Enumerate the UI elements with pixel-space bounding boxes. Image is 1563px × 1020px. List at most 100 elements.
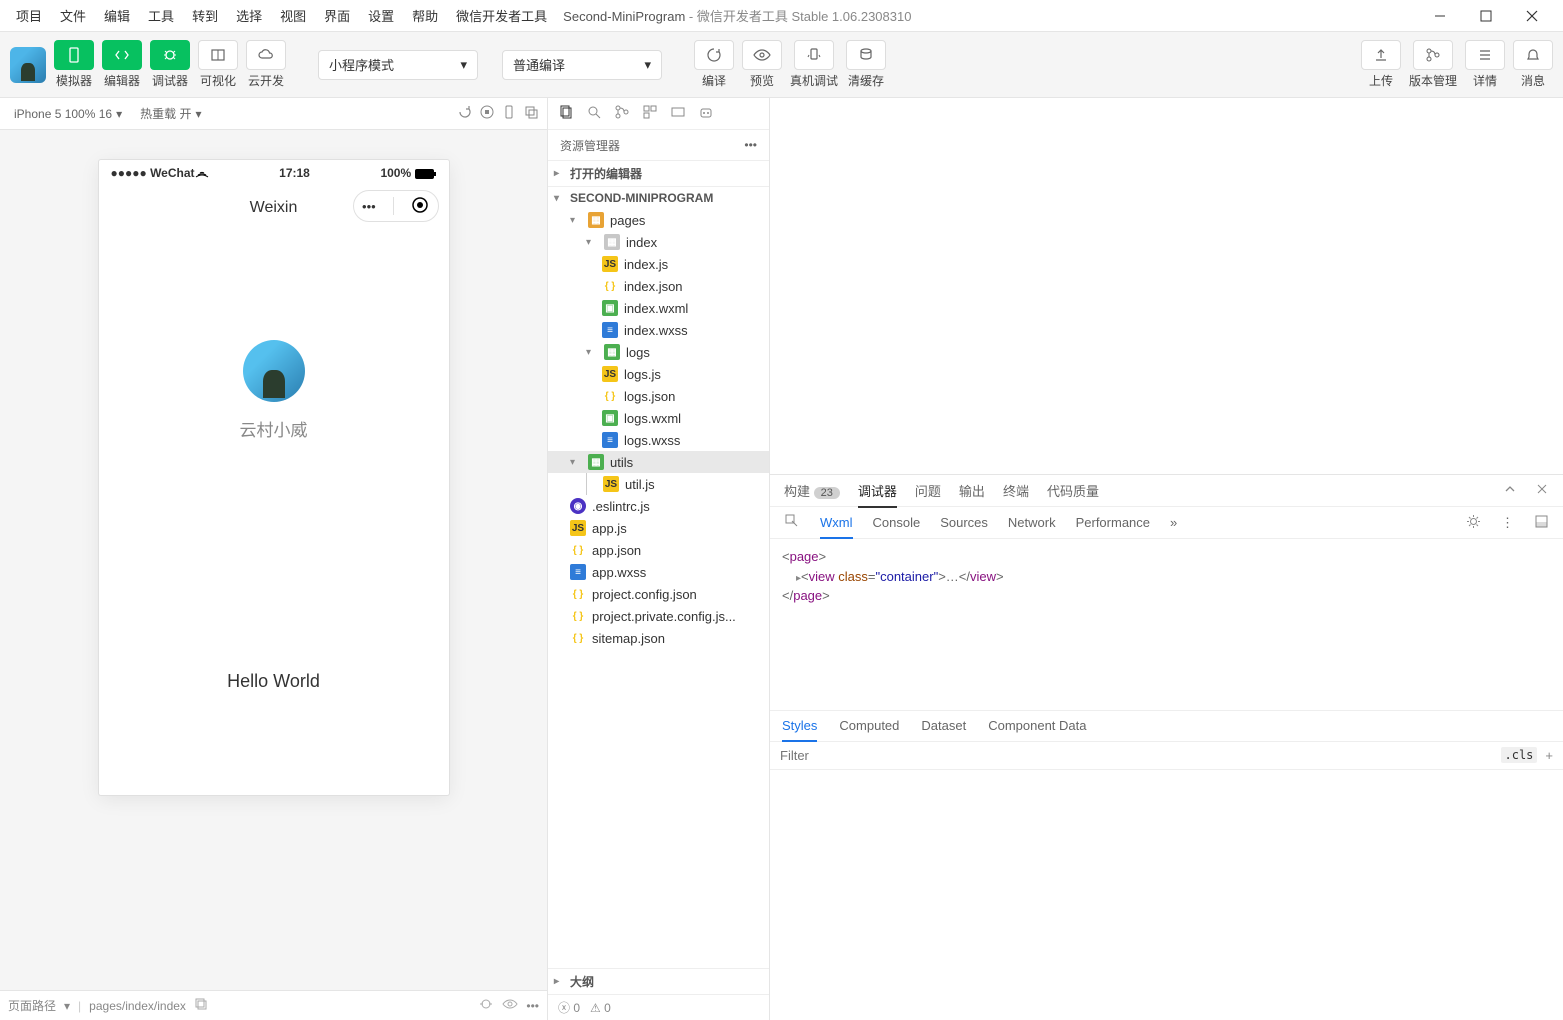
simulator-toggle[interactable]: 模拟器 [54, 40, 94, 89]
collapse-icon[interactable] [1503, 482, 1517, 499]
tab-performance[interactable]: Performance [1076, 515, 1150, 530]
folder-pages[interactable]: ▾▦pages [548, 209, 769, 231]
folder-logs[interactable]: ▾▦logs [548, 341, 769, 363]
eye-icon[interactable] [502, 996, 518, 1015]
clear-cache-button[interactable]: 清缓存 [846, 40, 886, 89]
visualize-button[interactable]: 可视化 [198, 40, 238, 89]
tab-network[interactable]: Network [1008, 515, 1056, 530]
error-count[interactable]: ⓧ 0 [558, 999, 580, 1016]
upload-button[interactable]: 上传 [1361, 40, 1401, 89]
gear-icon[interactable] [1466, 514, 1481, 532]
tab-problems[interactable]: 问题 [915, 481, 941, 500]
more-icon[interactable]: ••• [744, 138, 757, 152]
file-index-wxss[interactable]: ≡index.wxss [548, 319, 769, 341]
file-project-config[interactable]: { }project.config.json [548, 583, 769, 605]
file-index-json[interactable]: { }index.json [548, 275, 769, 297]
tab-sources[interactable]: Sources [940, 515, 988, 530]
menu-dots-icon[interactable]: ••• [362, 199, 376, 214]
target-icon[interactable] [411, 196, 429, 217]
debugger-toggle[interactable]: 调试器 [150, 40, 190, 89]
file-project-private[interactable]: { }project.private.config.js... [548, 605, 769, 627]
tab-debugger[interactable]: 调试器 [858, 481, 897, 508]
menu-tools[interactable]: 工具 [140, 2, 182, 29]
mode-dropdown[interactable]: 小程序模式▾ [318, 50, 478, 80]
version-button[interactable]: 版本管理 [1409, 40, 1457, 89]
menu-select[interactable]: 选择 [228, 2, 270, 29]
tab-build[interactable]: 构建 23 [784, 481, 840, 500]
hot-reload-toggle[interactable]: 热重载 开 ▾ [134, 103, 207, 124]
capsule-button[interactable]: ••• [353, 190, 439, 222]
user-avatar[interactable] [10, 47, 46, 83]
robot-icon[interactable] [698, 104, 714, 123]
tab-codequality[interactable]: 代码质量 [1047, 481, 1099, 500]
menu-ui[interactable]: 界面 [316, 2, 358, 29]
cls-toggle[interactable]: .cls [1501, 747, 1538, 763]
file-logs-wxml[interactable]: ▣logs.wxml [548, 407, 769, 429]
open-editors-section[interactable]: ▸打开的编辑器 [548, 160, 769, 186]
tab-terminal[interactable]: 终端 [1003, 481, 1029, 500]
minimize-button[interactable] [1417, 0, 1463, 32]
user-avatar-large[interactable] [243, 340, 305, 402]
kebab-icon[interactable]: ⋮ [1501, 515, 1514, 531]
refresh-icon[interactable] [457, 104, 473, 123]
menu-goto[interactable]: 转到 [184, 2, 226, 29]
menu-settings[interactable]: 设置 [360, 2, 402, 29]
menu-edit[interactable]: 编辑 [96, 2, 138, 29]
tab-component-data[interactable]: Component Data [988, 718, 1086, 733]
menu-file[interactable]: 文件 [52, 2, 94, 29]
popout-icon[interactable] [523, 104, 539, 123]
preview-button[interactable]: 预览 [742, 40, 782, 89]
menu-view[interactable]: 视图 [272, 2, 314, 29]
more-tabs-icon[interactable]: » [1170, 515, 1177, 530]
menu-wechat-devtools[interactable]: 微信开发者工具 [448, 2, 555, 29]
device-selector[interactable]: iPhone 5 100% 16 ▾ [8, 105, 128, 123]
tab-dataset[interactable]: Dataset [921, 718, 966, 733]
project-section[interactable]: ▾SECOND-MINIPROGRAM [548, 186, 769, 209]
close-button[interactable] [1509, 0, 1555, 32]
search-icon[interactable] [586, 104, 602, 123]
file-app-js[interactable]: JSapp.js [548, 517, 769, 539]
menu-project[interactable]: 项目 [8, 2, 50, 29]
styles-filter-input[interactable] [780, 748, 1501, 763]
tab-wxml[interactable]: Wxml [820, 515, 853, 539]
tab-output[interactable]: 输出 [959, 481, 985, 500]
editor-toggle[interactable]: 编辑器 [102, 40, 142, 89]
file-index-wxml[interactable]: ▣index.wxml [548, 297, 769, 319]
maximize-button[interactable] [1463, 0, 1509, 32]
tab-computed[interactable]: Computed [839, 718, 899, 733]
outline-section[interactable]: ▸大纲 [548, 968, 769, 994]
messages-button[interactable]: 消息 [1513, 40, 1553, 89]
cloud-dev-button[interactable]: 云开发 [246, 40, 286, 89]
git-icon[interactable] [614, 104, 630, 123]
inspect-icon[interactable] [784, 513, 800, 532]
tab-console[interactable]: Console [873, 515, 921, 530]
file-logs-json[interactable]: { }logs.json [548, 385, 769, 407]
folder-utils[interactable]: ▾▦utils [548, 451, 769, 473]
dock-icon[interactable] [1534, 514, 1549, 532]
compile-mode-dropdown[interactable]: 普通编译▾ [502, 50, 662, 80]
bug-icon[interactable] [478, 996, 494, 1015]
extensions-icon[interactable] [642, 104, 658, 123]
file-logs-wxss[interactable]: ≡logs.wxss [548, 429, 769, 451]
file-sitemap[interactable]: { }sitemap.json [548, 627, 769, 649]
file-util-js[interactable]: JSutil.js [586, 473, 769, 495]
details-button[interactable]: 详情 [1465, 40, 1505, 89]
file-app-wxss[interactable]: ≡app.wxss [548, 561, 769, 583]
device-icon[interactable] [501, 104, 517, 123]
add-rule-icon[interactable]: + [1545, 748, 1553, 763]
wxml-tree[interactable]: <page> ▸<view class="container">…</view>… [770, 539, 1563, 614]
file-logs-js[interactable]: JSlogs.js [548, 363, 769, 385]
compile-button[interactable]: 编译 [694, 40, 734, 89]
copy-icon[interactable] [194, 997, 208, 1014]
warning-count[interactable]: ⚠ 0 [590, 1001, 611, 1015]
file-index-js[interactable]: JSindex.js [548, 253, 769, 275]
more-icon[interactable]: ••• [526, 999, 539, 1013]
tab-styles[interactable]: Styles [782, 718, 817, 742]
file-eslintrc[interactable]: ◉.eslintrc.js [548, 495, 769, 517]
menu-help[interactable]: 帮助 [404, 2, 446, 29]
folder-index[interactable]: ▾▦index [548, 231, 769, 253]
remote-debug-button[interactable]: 真机调试 [790, 40, 838, 89]
close-icon[interactable] [1535, 482, 1549, 499]
file-app-json[interactable]: { }app.json [548, 539, 769, 561]
files-icon[interactable] [558, 104, 574, 123]
